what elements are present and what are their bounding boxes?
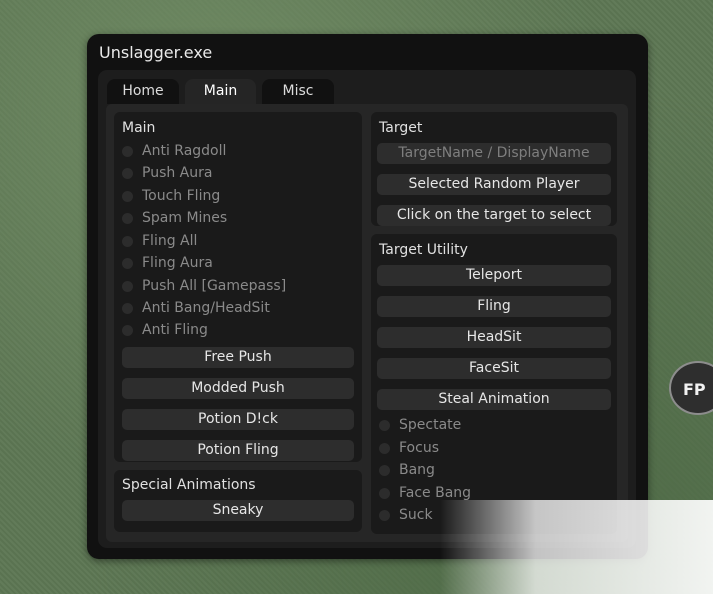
toggle-label: Fling Aura — [142, 255, 213, 271]
special-animations-title: Special Animations — [122, 477, 256, 493]
toggle-indicator — [379, 442, 390, 454]
toggle-label: Spam Mines — [142, 210, 228, 226]
toggle-face-bang[interactable]: Face Bang — [379, 483, 471, 503]
potion-dick-button[interactable]: Potion D!ck — [122, 409, 354, 430]
toggle-indicator — [122, 324, 133, 336]
toggle-label: Focus — [399, 440, 439, 456]
target-name-input[interactable] — [377, 143, 611, 164]
toggle-fling-all[interactable]: Fling All — [122, 231, 197, 251]
toggle-label: Fling All — [142, 233, 198, 249]
target-utility-panel: Target Utility Teleport Fling HeadSit Fa… — [371, 234, 617, 534]
target-panel-title: Target — [379, 120, 423, 136]
toggle-indicator — [122, 212, 133, 224]
toggle-anti-fling[interactable]: Anti Fling — [122, 320, 208, 340]
toggle-indicator — [379, 487, 390, 499]
toggle-indicator — [122, 302, 133, 314]
toggle-anti-ragdoll[interactable]: Anti Ragdoll — [122, 141, 226, 161]
toggle-spectate[interactable]: Spectate — [379, 415, 461, 435]
tab-home[interactable]: Home — [107, 79, 179, 104]
toggle-anti-bang-headsit[interactable]: Anti Bang/HeadSit — [122, 298, 270, 318]
toggle-label: Touch Fling — [142, 188, 221, 204]
click-to-select-target-button[interactable]: Click on the target to select — [377, 205, 611, 226]
toggle-indicator — [122, 190, 133, 202]
fp-toggle-button[interactable]: FP — [669, 361, 713, 415]
toggle-indicator — [379, 464, 390, 476]
main-panel-title: Main — [122, 120, 156, 136]
toggle-push-all-gamepass[interactable]: Push All [Gamepass] — [122, 276, 286, 296]
script-window: Unslagger.exe Home Main Misc Main Anti R… — [87, 34, 648, 559]
main-panel: Main Anti Ragdoll Push Aura Touch Fling … — [114, 112, 362, 462]
toggle-label: Push All [Gamepass] — [142, 278, 287, 294]
toggle-label: Push Aura — [142, 165, 213, 181]
toggle-indicator — [122, 257, 133, 269]
window-body: Home Main Misc Main Anti Ragdoll Push Au… — [98, 70, 636, 548]
steal-animation-button[interactable]: Steal Animation — [377, 389, 611, 410]
tab-main[interactable]: Main — [185, 79, 256, 104]
headsit-button[interactable]: HeadSit — [377, 327, 611, 348]
teleport-button[interactable]: Teleport — [377, 265, 611, 286]
facesit-button[interactable]: FaceSit — [377, 358, 611, 379]
free-push-button[interactable]: Free Push — [122, 347, 354, 368]
toggle-spam-mines[interactable]: Spam Mines — [122, 208, 227, 228]
toggle-indicator — [122, 167, 133, 179]
tab-content: Main Anti Ragdoll Push Aura Touch Fling … — [106, 104, 628, 542]
toggle-label: Spectate — [399, 417, 462, 433]
toggle-label: Anti Bang/HeadSit — [142, 300, 270, 316]
toggle-suck[interactable]: Suck — [379, 505, 433, 525]
toggle-indicator — [122, 145, 133, 157]
toggle-indicator — [379, 509, 390, 521]
tab-misc[interactable]: Misc — [262, 79, 334, 104]
toggle-fling-aura[interactable]: Fling Aura — [122, 253, 213, 273]
toggle-label: Face Bang — [399, 485, 472, 501]
toggle-push-aura[interactable]: Push Aura — [122, 163, 212, 183]
toggle-label: Suck — [399, 507, 433, 523]
tab-bar: Home Main Misc — [107, 79, 334, 104]
fling-button[interactable]: Fling — [377, 296, 611, 317]
window-title: Unslagger.exe — [99, 43, 213, 62]
potion-fling-button[interactable]: Potion Fling — [122, 440, 354, 461]
target-panel: Target Selected Random Player Click on t… — [371, 112, 617, 226]
toggle-indicator — [379, 419, 390, 431]
sneaky-button[interactable]: Sneaky — [122, 500, 354, 521]
toggle-label: Anti Fling — [142, 322, 208, 338]
toggle-touch-fling[interactable]: Touch Fling — [122, 186, 220, 206]
toggle-focus[interactable]: Focus — [379, 438, 439, 458]
modded-push-button[interactable]: Modded Push — [122, 378, 354, 399]
toggle-indicator — [122, 280, 133, 292]
special-animations-panel: Special Animations Sneaky — [114, 470, 362, 532]
toggle-bang[interactable]: Bang — [379, 460, 435, 480]
target-utility-title: Target Utility — [379, 242, 468, 258]
toggle-label: Bang — [399, 462, 435, 478]
select-random-player-button[interactable]: Selected Random Player — [377, 174, 611, 195]
toggle-label: Anti Ragdoll — [142, 143, 227, 159]
toggle-indicator — [122, 235, 133, 247]
